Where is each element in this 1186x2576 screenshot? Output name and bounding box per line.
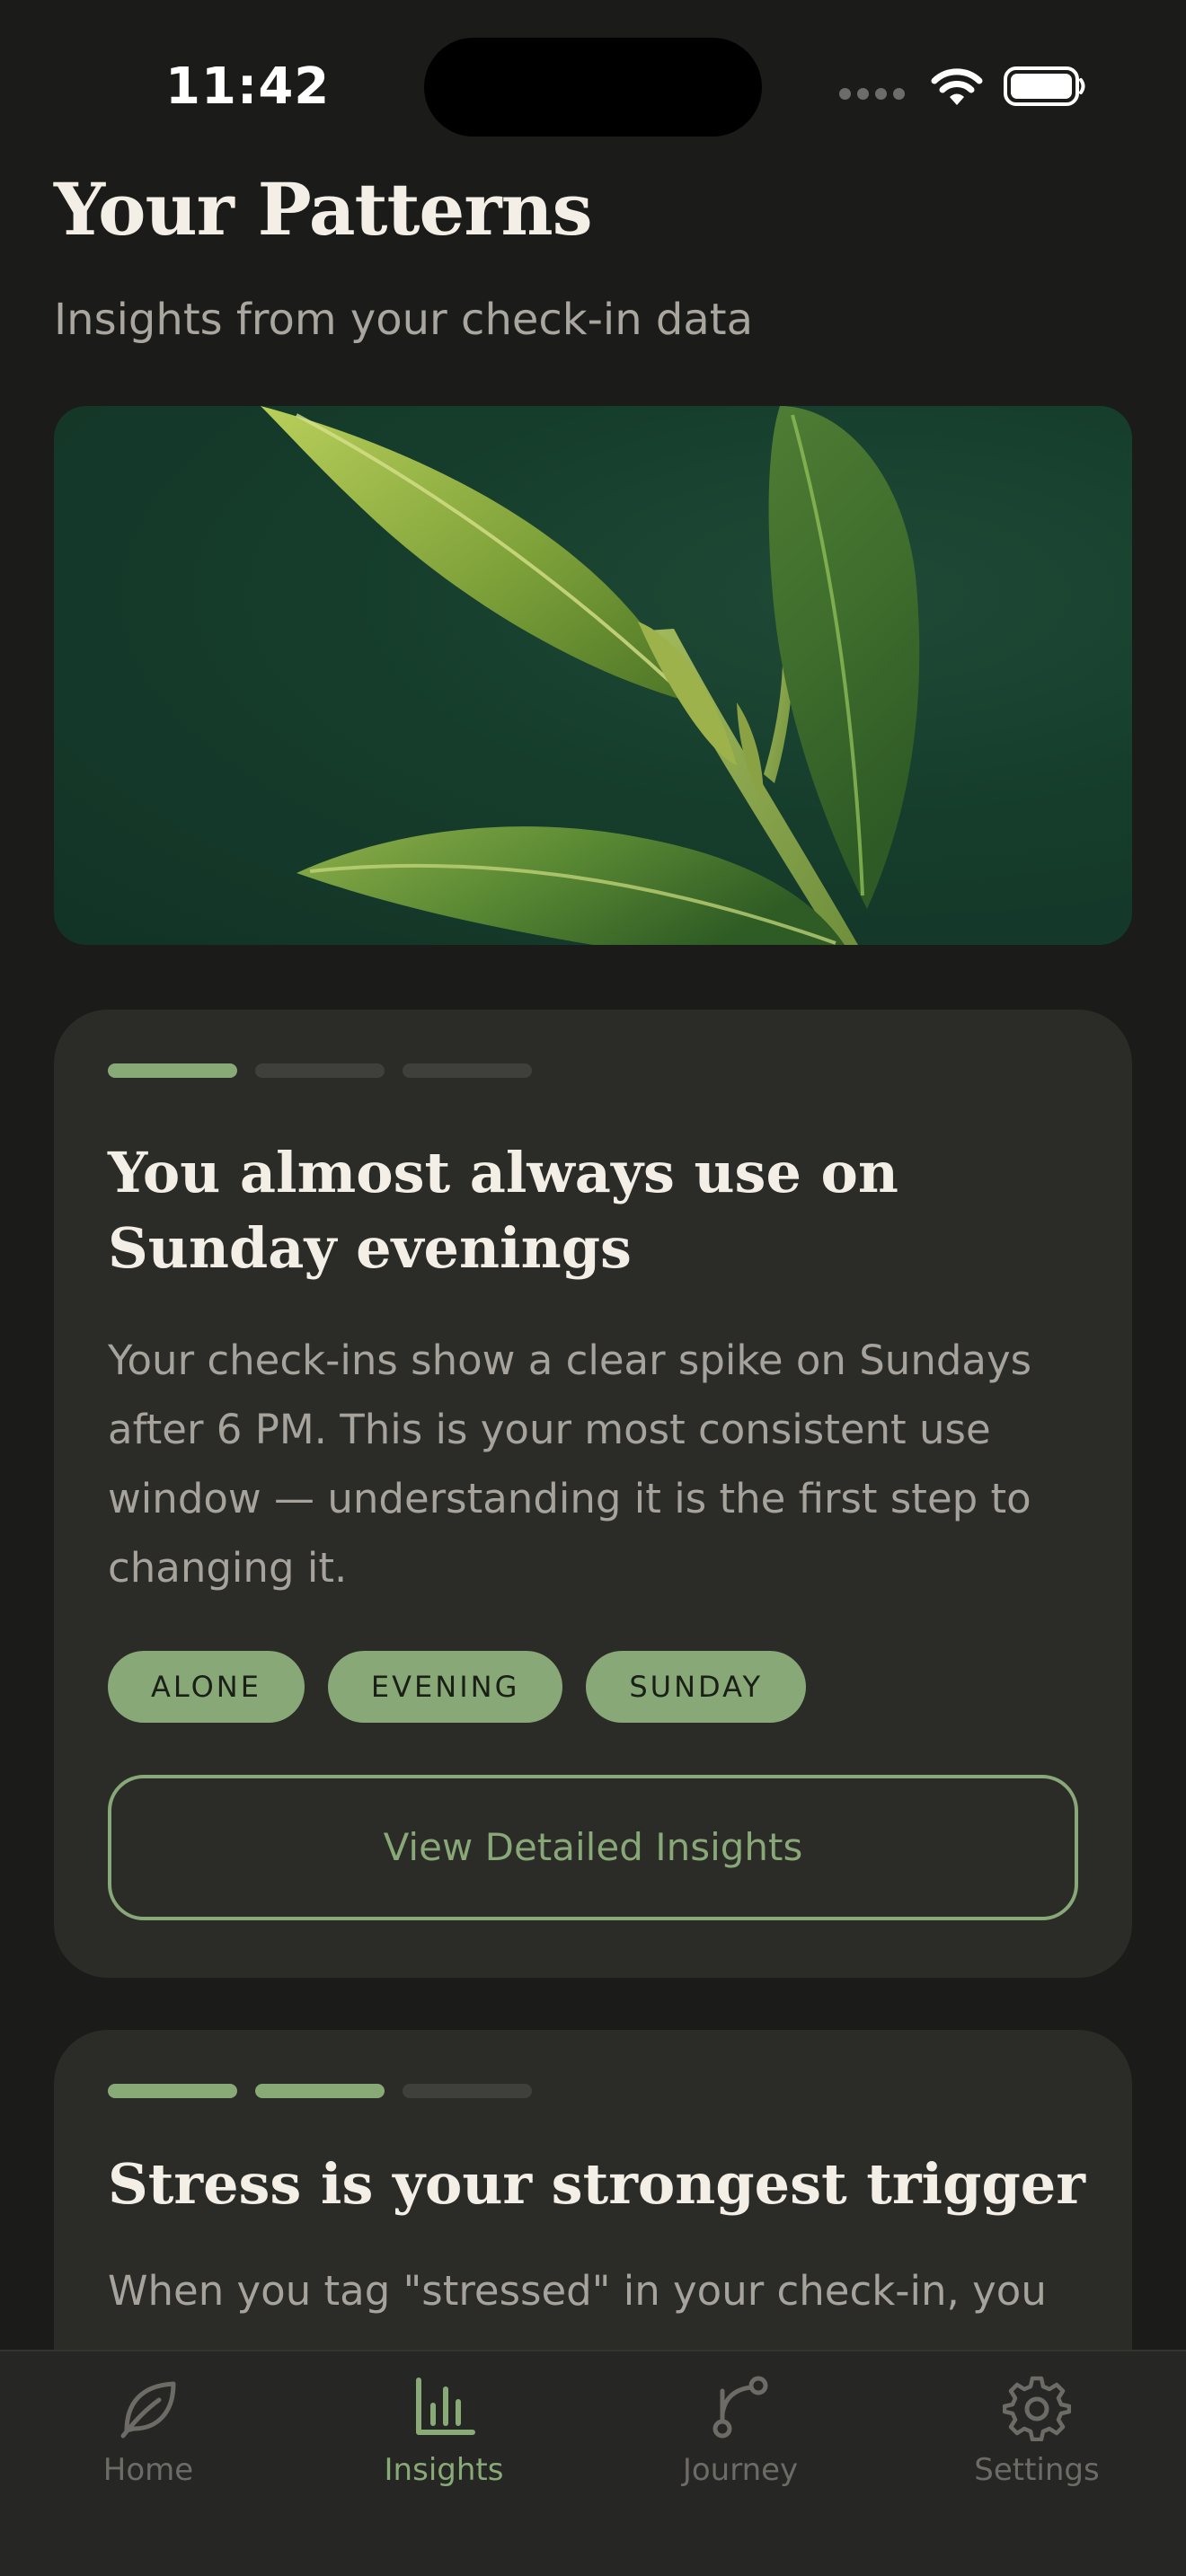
page-title: Your Patterns	[54, 167, 593, 251]
hero-image	[54, 406, 1132, 945]
progress-segment-active	[108, 2084, 237, 2098]
insight-body: Your check-ins show a clear spike on Sun…	[108, 1337, 1032, 1592]
page-subtitle: Insights from your check-in data	[54, 295, 754, 345]
tab-settings[interactable]: Settings	[929, 2373, 1145, 2508]
insight-body: When you tag "stressed" in your check-in…	[108, 2267, 1047, 2315]
insight-title: Stress is your strongest trigger	[108, 2151, 1085, 2217]
insight-title: You almost always use on Sunday evenings	[108, 1140, 898, 1281]
tab-home[interactable]: Home	[40, 2373, 256, 2508]
battery-icon	[1004, 66, 1085, 106]
status-indicators	[839, 66, 1086, 106]
tab-insights[interactable]: Insights	[336, 2373, 552, 2508]
tag-alone: ALONE	[108, 1651, 305, 1723]
status-time: 11:42	[165, 57, 331, 116]
tag-list: ALONE EVENING SUNDAY	[108, 1651, 807, 1723]
cellular-signal-icon	[839, 87, 905, 100]
insight-card: You almost always use on Sunday evenings…	[54, 1010, 1132, 1978]
insight-progress	[108, 2084, 532, 2098]
tab-bar: Home Insights Journey Settings	[0, 2350, 1186, 2576]
gear-icon	[1003, 2376, 1071, 2441]
progress-segment	[403, 2084, 532, 2098]
tea-leaves-illustration	[261, 406, 920, 945]
wifi-icon	[931, 68, 983, 105]
progress-segment	[403, 1063, 532, 1078]
insights-screen: 11:42 Your Patterns Insights from your c…	[0, 0, 1186, 2576]
tab-label: Journey	[682, 2452, 799, 2488]
route-icon	[712, 2376, 768, 2439]
leaf-icon	[120, 2381, 176, 2439]
bar-chart-icon	[416, 2378, 475, 2435]
tag-sunday: SUNDAY	[586, 1651, 807, 1723]
view-detailed-insights-button[interactable]: View Detailed Insights	[108, 1775, 1078, 1920]
tab-label: Insights	[384, 2452, 504, 2488]
dynamic-island	[424, 38, 762, 137]
tab-label: Home	[102, 2452, 194, 2488]
tag-evening: EVENING	[327, 1651, 563, 1723]
tab-journey[interactable]: Journey	[633, 2373, 848, 2508]
progress-segment-active	[108, 1063, 237, 1078]
progress-segment	[255, 1063, 385, 1078]
insight-progress	[108, 1063, 532, 1078]
tab-label: Settings	[974, 2452, 1100, 2488]
progress-segment-active	[255, 2084, 385, 2098]
